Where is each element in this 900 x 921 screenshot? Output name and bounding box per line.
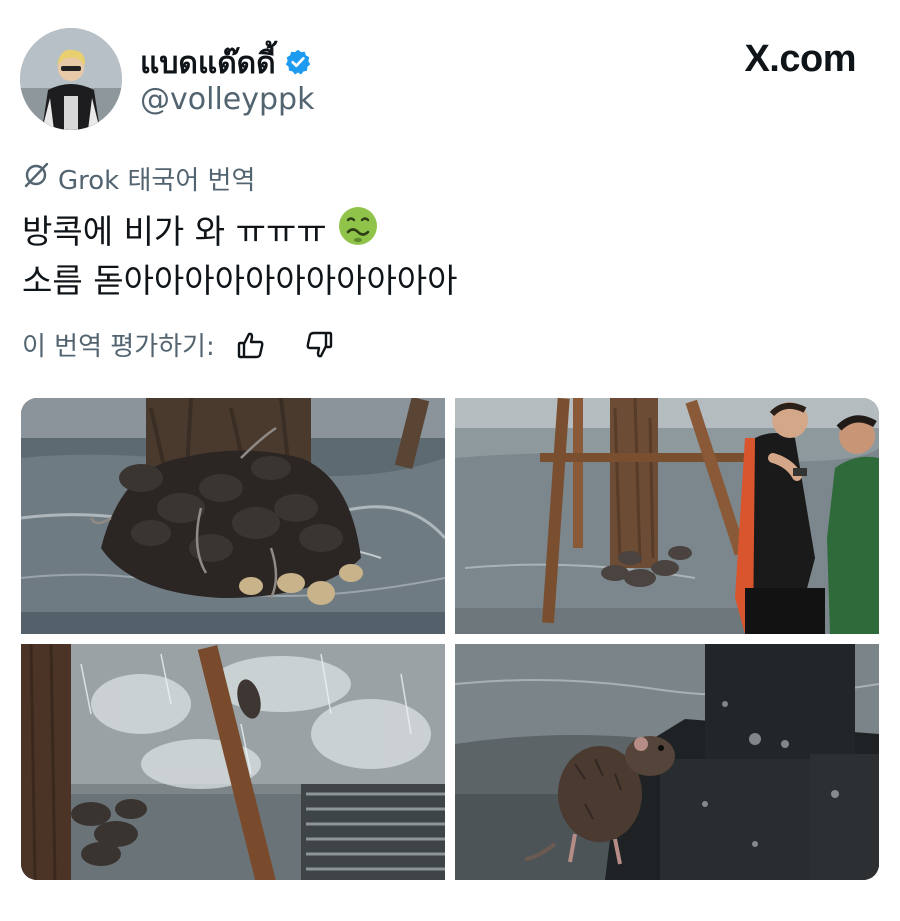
verified-badge-icon: [284, 48, 312, 80]
tweet-text: 방콕에 비가 와 ㅠㅠㅠ 소름 돋아아아아아아아아아아아: [22, 205, 458, 303]
thumbs-up-icon[interactable]: [233, 327, 269, 363]
translate-icon: [22, 161, 50, 196]
author-avatar[interactable]: [20, 28, 122, 130]
brand-label: X.com: [744, 38, 856, 80]
photo-rats-on-tree-flood[interactable]: [21, 398, 445, 634]
media-grid: [21, 398, 879, 880]
translation-label: Grok 태국어 번역: [58, 166, 256, 196]
photo-wet-rat-by-post[interactable]: [455, 644, 879, 880]
translation-header: Grok 태국어 번역: [22, 160, 255, 197]
tweet-line-1: 방콕에 비가 와 ㅠㅠㅠ: [22, 212, 327, 251]
author-handle[interactable]: @volleyppk: [140, 82, 314, 117]
rating-label: 이 번역 평가하기:: [22, 332, 215, 362]
thumbs-down-icon[interactable]: [301, 327, 337, 363]
nauseated-face-emoji: [337, 205, 379, 258]
translation-rating: 이 번역 평가하기:: [22, 326, 337, 363]
tweet-line-2: 소름 돋아아아아아아아아아아아: [22, 261, 458, 300]
author-display-name[interactable]: แบดแด๊ดดี้: [140, 40, 276, 87]
photo-rats-climbing-pole-rain[interactable]: [21, 644, 445, 880]
photo-people-looking-at-rats[interactable]: [455, 398, 879, 634]
